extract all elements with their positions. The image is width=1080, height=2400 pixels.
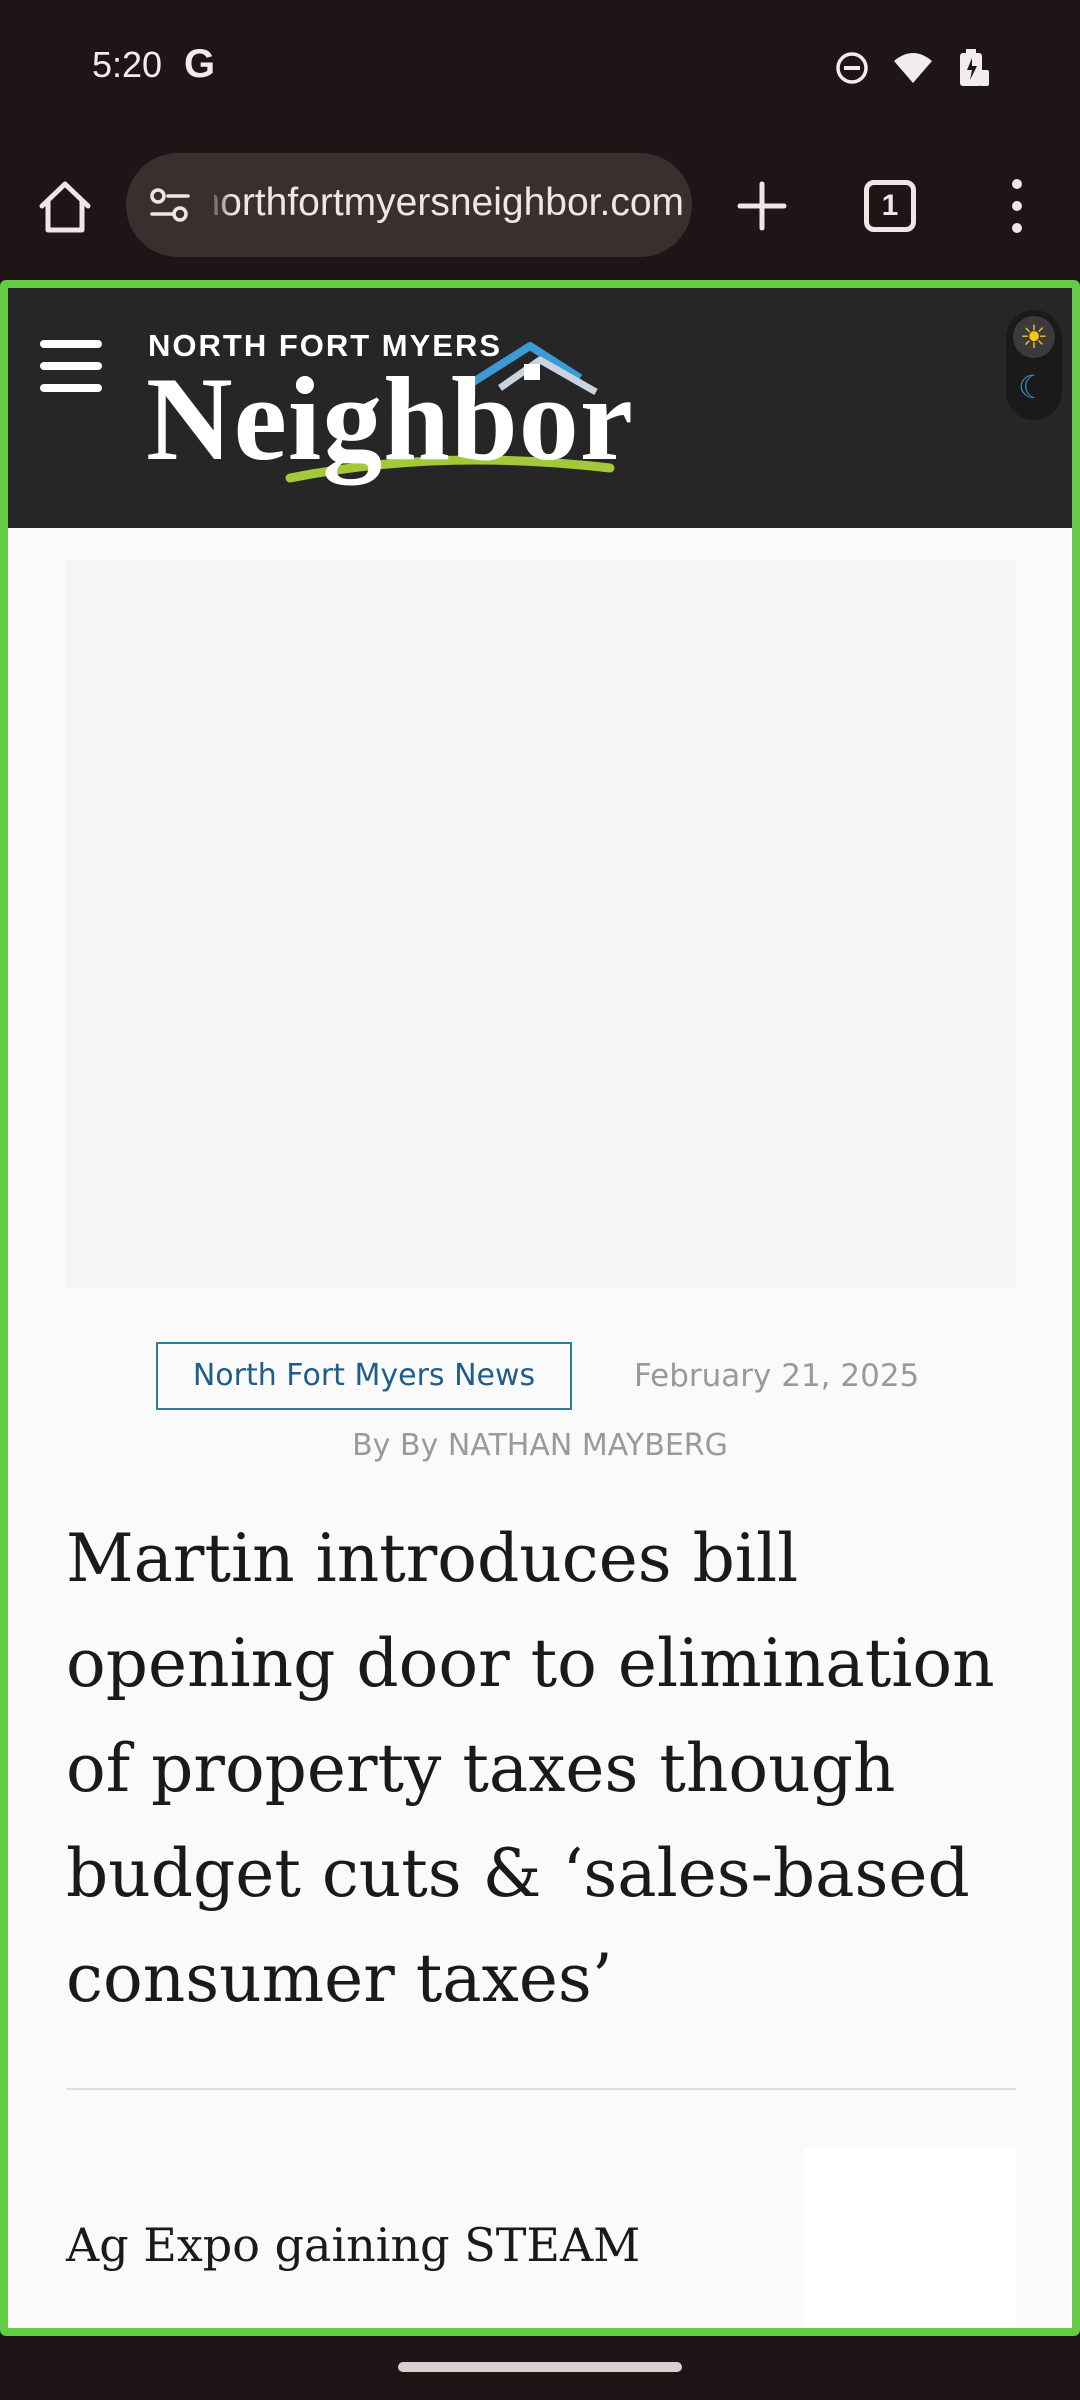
hamburger-menu-icon[interactable] xyxy=(40,340,102,392)
home-icon[interactable] xyxy=(34,176,96,238)
logo-title: Neighbor xyxy=(146,352,634,485)
tab-switcher-button[interactable]: 1 xyxy=(864,180,916,232)
do-not-disturb-icon xyxy=(836,52,868,84)
battery-charging-icon xyxy=(960,49,989,86)
related-article-thumbnail[interactable] xyxy=(804,2148,1016,2328)
article-meta: North Fort Myers News February 21, 2025 xyxy=(8,1342,1072,1412)
related-article-title[interactable]: Ag Expo gaining STEAM xyxy=(66,2218,640,2272)
gesture-handle[interactable] xyxy=(398,2362,682,2372)
divider xyxy=(66,2088,1016,2090)
ad-placeholder xyxy=(66,560,1016,1288)
category-tag[interactable]: North Fort Myers News xyxy=(156,1342,572,1410)
browser-toolbar: northfortmyersneighbor.com 1 xyxy=(0,140,1080,420)
wifi-icon xyxy=(894,53,932,83)
status-bar: 5:20 G xyxy=(0,0,1080,140)
status-icons xyxy=(834,48,990,88)
site-header: NORTH FORT MYERS Neighbor ☀ ☾ xyxy=(8,288,1072,528)
google-icon: G xyxy=(184,42,216,86)
page-viewport: NORTH FORT MYERS Neighbor ☀ ☾ North Fort… xyxy=(0,280,1080,2336)
sun-icon[interactable]: ☀ xyxy=(1013,316,1055,358)
url-text[interactable]: northfortmyersneighbor.com xyxy=(214,181,684,225)
site-settings-icon[interactable] xyxy=(148,185,192,225)
more-options-icon[interactable] xyxy=(1000,174,1034,238)
moon-icon[interactable]: ☾ xyxy=(1018,370,1052,404)
site-logo[interactable]: NORTH FORT MYERS Neighbor xyxy=(140,328,633,498)
article-byline: By By NATHAN MAYBERG xyxy=(352,1428,728,1463)
theme-toggle[interactable]: ☀ ☾ xyxy=(1006,310,1062,420)
article-headline: Martin introduces bill opening door to e… xyxy=(66,1520,995,2017)
new-tab-icon[interactable] xyxy=(732,176,792,236)
address-bar[interactable]: northfortmyersneighbor.com xyxy=(126,153,692,257)
status-time: 5:20 xyxy=(92,44,163,85)
url-fade xyxy=(206,169,232,241)
article-date: February 21, 2025 xyxy=(634,1358,920,1394)
